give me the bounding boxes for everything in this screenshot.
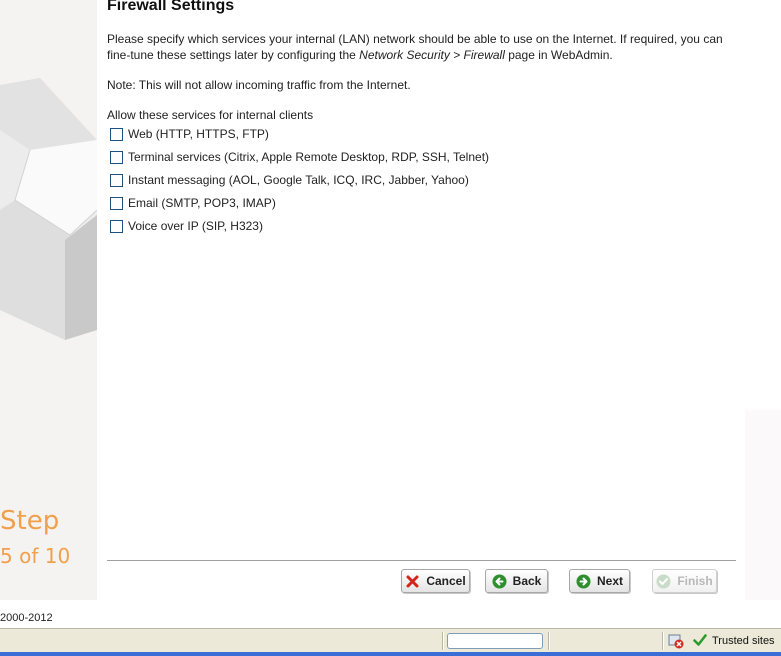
status-separator: [548, 632, 550, 650]
step-counter: 5 of 10: [0, 544, 71, 568]
copyright-text: 2000-2012: [0, 612, 53, 624]
service-label: Web (HTTP, HTTPS, FTP): [128, 127, 269, 141]
wizard-side-panel: Step 5 of 10: [0, 0, 97, 600]
service-label: Terminal services (Citrix, Apple Remote …: [128, 150, 490, 164]
browser-status-bar: Trusted sites: [0, 628, 781, 653]
service-option-im[interactable]: Instant messaging (AOL, Google Talk, ICQ…: [110, 172, 469, 188]
service-label: Email (SMTP, POP3, IMAP): [128, 196, 276, 210]
step-word: Step: [0, 506, 60, 536]
trusted-sites-check-icon: [693, 633, 707, 647]
note-text: Note: This will not allow incoming traff…: [107, 78, 411, 92]
service-label: Voice over IP (SIP, H323): [128, 219, 263, 233]
right-margin: [745, 0, 781, 600]
next-button[interactable]: Next: [569, 569, 630, 593]
arrow-left-icon: [492, 574, 507, 589]
service-label: Instant messaging (AOL, Google Talk, ICQ…: [128, 173, 469, 187]
webadmin-path: Network Security > Firewall: [359, 48, 505, 62]
status-separator: [442, 632, 444, 650]
cancel-button[interactable]: Cancel: [401, 569, 470, 593]
back-button[interactable]: Back: [485, 569, 548, 593]
security-zone-label[interactable]: Trusted sites: [712, 635, 775, 647]
terminal-services-checkbox[interactable]: [110, 150, 123, 164]
blocked-zone-icon[interactable]: [668, 633, 684, 649]
email-checkbox[interactable]: [110, 196, 123, 210]
check-circle-icon: [656, 574, 671, 589]
services-group-label: Allow these services for internal client…: [107, 108, 314, 122]
voip-checkbox[interactable]: [110, 219, 123, 233]
instant-messaging-checkbox[interactable]: [110, 173, 123, 187]
finish-button[interactable]: Finish: [652, 569, 717, 593]
service-option-voip[interactable]: Voice over IP (SIP, H323): [110, 218, 263, 234]
service-option-web[interactable]: Web (HTTP, HTTPS, FTP): [110, 126, 269, 142]
status-separator: [662, 632, 664, 650]
page-load-progress: [447, 633, 543, 649]
service-option-email[interactable]: Email (SMTP, POP3, IMAP): [110, 195, 276, 211]
web-checkbox[interactable]: [110, 127, 123, 141]
button-divider: [107, 560, 736, 561]
page-title: Firewall Settings: [107, 0, 235, 14]
cancel-x-icon: [405, 574, 420, 589]
taskbar-edge: [0, 652, 781, 656]
arrow-right-icon: [576, 574, 591, 589]
service-option-terminal[interactable]: Terminal services (Citrix, Apple Remote …: [110, 149, 489, 165]
description-text: Please specify which services your inter…: [107, 32, 723, 62]
